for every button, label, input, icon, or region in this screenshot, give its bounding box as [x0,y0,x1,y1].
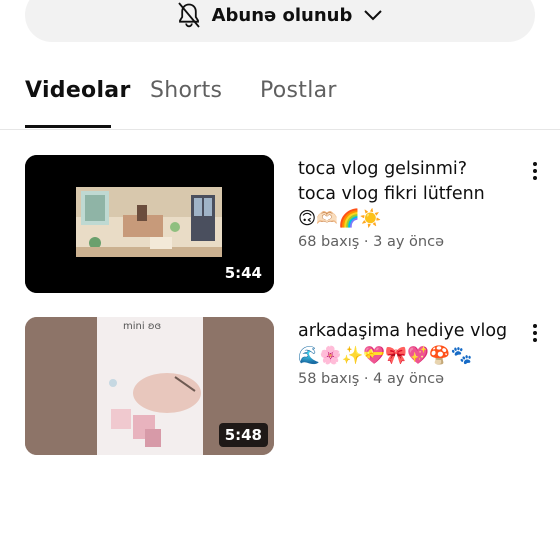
video-title-line: arkadaşima hediye vlog [298,321,508,341]
chevron-down-icon [362,4,384,26]
tab-videolar[interactable]: Videolar [25,78,131,103]
subscribed-label: Abunə olunub [211,4,353,26]
video-thumbnail[interactable]: mini ʚɞ 5:48 [25,317,274,455]
video-item[interactable]: 5:44 toca vlog gelsinmi? toca vlog fikri… [0,155,560,295]
video-title-emojis: 🙃🫶🏻🌈☀️ [298,209,382,229]
video-title-line: toca vlog gelsinmi? [298,159,468,179]
tab-postlar[interactable]: Postlar [260,78,337,103]
video-meta: 58 baxış · 4 ay öncə [298,371,445,387]
video-title-emojis: 🌊🌸✨💝🎀💖🍄🐾 [298,346,473,366]
active-tab-indicator [25,125,111,128]
video-meta: 68 baxış · 3 ay öncə [298,234,445,250]
video-info: arkadaşima hediye vlog 🌊🌸✨💝🎀💖🍄🐾 58 baxış… [298,319,518,387]
tabs-divider [0,129,560,130]
more-options-icon[interactable] [526,159,544,183]
video-thumbnail[interactable]: 5:44 [25,155,274,293]
thumbnail-caption: mini ʚɞ [123,321,162,332]
tab-shorts[interactable]: Shorts [150,78,222,103]
video-duration: 5:48 [218,423,268,447]
video-duration: 5:44 [218,261,268,285]
bell-off-icon [176,1,202,29]
more-options-icon[interactable] [526,321,544,345]
video-title[interactable]: toca vlog gelsinmi? toca vlog fikri lütf… [298,157,518,232]
video-item[interactable]: mini ʚɞ 5:48 arkadaşima hediye vlog 🌊🌸✨💝… [0,317,560,457]
subscribed-button[interactable]: Abunə olunub [25,0,535,42]
video-title[interactable]: arkadaşima hediye vlog 🌊🌸✨💝🎀💖🍄🐾 [298,319,518,369]
video-info: toca vlog gelsinmi? toca vlog fikri lütf… [298,157,518,250]
video-title-line: toca vlog fikri lütfenn [298,184,485,204]
channel-tabs: Videolar Shorts Postlar [0,76,560,130]
